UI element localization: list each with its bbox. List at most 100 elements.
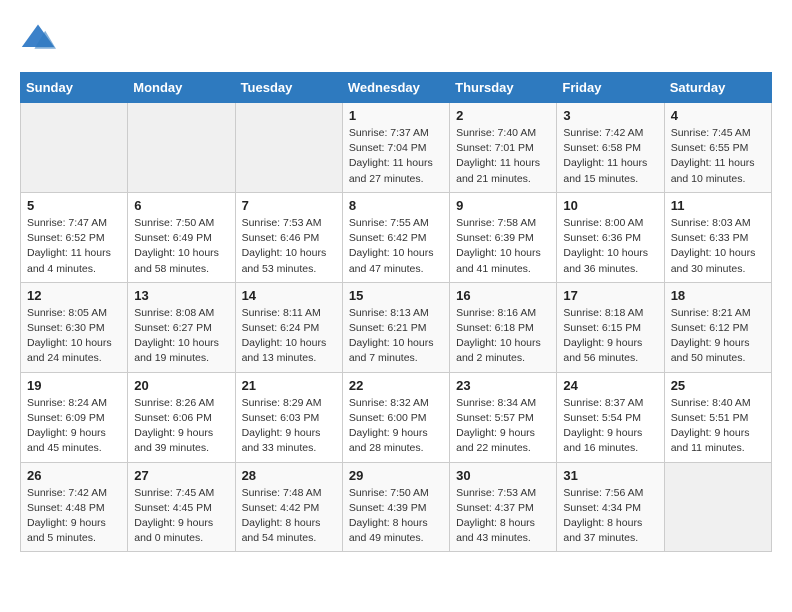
day-info: Sunrise: 8:11 AMSunset: 6:24 PMDaylight:… [242, 306, 336, 367]
calendar-cell: 14 Sunrise: 8:11 AMSunset: 6:24 PMDayligh… [235, 282, 342, 372]
page-header [20, 20, 772, 56]
day-info: Sunrise: 7:42 AMSunset: 6:58 PMDaylight:… [563, 126, 657, 187]
day-info: Sunrise: 7:56 AMSunset: 4:34 PMDaylight:… [563, 486, 657, 547]
day-info: Sunrise: 8:21 AMSunset: 6:12 PMDaylight:… [671, 306, 765, 367]
calendar-cell: 5 Sunrise: 7:47 AMSunset: 6:52 PMDaylight… [21, 192, 128, 282]
logo-icon [20, 20, 56, 56]
day-number: 27 [134, 468, 228, 483]
day-info: Sunrise: 7:53 AMSunset: 4:37 PMDaylight:… [456, 486, 550, 547]
calendar-cell: 16 Sunrise: 8:16 AMSunset: 6:18 PMDayligh… [450, 282, 557, 372]
calendar-cell: 2Sunrise: 7:40 AMSunset: 7:01 PMDaylight… [450, 103, 557, 193]
calendar-cell: 30 Sunrise: 7:53 AMSunset: 4:37 PMDayligh… [450, 462, 557, 552]
column-header-thursday: Thursday [450, 73, 557, 103]
calendar-cell: 3 Sunrise: 7:42 AMSunset: 6:58 PMDaylight… [557, 103, 664, 193]
day-number: 10 [563, 198, 657, 213]
day-number: 15 [349, 288, 443, 303]
calendar-cell: 27 Sunrise: 7:45 AMSunset: 4:45 PMDayligh… [128, 462, 235, 552]
day-info: Sunrise: 8:03 AMSunset: 6:33 PMDaylight:… [671, 216, 765, 277]
day-info: Sunrise: 7:58 AMSunset: 6:39 PMDaylight:… [456, 216, 550, 277]
calendar-cell: 19 Sunrise: 8:24 AMSunset: 6:09 PMDayligh… [21, 372, 128, 462]
day-number: 31 [563, 468, 657, 483]
column-header-saturday: Saturday [664, 73, 771, 103]
day-number: 16 [456, 288, 550, 303]
calendar-cell: 10 Sunrise: 8:00 AMSunset: 6:36 PMDayligh… [557, 192, 664, 282]
day-info: Sunrise: 7:42 AMSunset: 4:48 PMDaylight:… [27, 486, 121, 547]
calendar-cell: 1 Sunrise: 7:37 AMSunset: 7:04 PMDaylight… [342, 103, 449, 193]
day-info: Sunrise: 7:37 AMSunset: 7:04 PMDaylight:… [349, 126, 443, 187]
day-number: 24 [563, 378, 657, 393]
day-info: Sunrise: 7:53 AMSunset: 6:46 PMDaylight:… [242, 216, 336, 277]
day-number: 2 [456, 108, 550, 123]
calendar-cell: 9Sunrise: 7:58 AMSunset: 6:39 PMDaylight… [450, 192, 557, 282]
calendar-cell: 31 Sunrise: 7:56 AMSunset: 4:34 PMDayligh… [557, 462, 664, 552]
calendar-cell: 8Sunrise: 7:55 AMSunset: 6:42 PMDaylight… [342, 192, 449, 282]
calendar-week-row: 5 Sunrise: 7:47 AMSunset: 6:52 PMDaylight… [21, 192, 772, 282]
calendar-cell: 22Sunrise: 8:32 AMSunset: 6:00 PMDayligh… [342, 372, 449, 462]
day-number: 19 [27, 378, 121, 393]
day-number: 26 [27, 468, 121, 483]
calendar-cell: 7Sunrise: 7:53 AMSunset: 6:46 PMDaylight… [235, 192, 342, 282]
column-header-friday: Friday [557, 73, 664, 103]
calendar-cell: 28 Sunrise: 7:48 AMSunset: 4:42 PMDayligh… [235, 462, 342, 552]
calendar-cell [235, 103, 342, 193]
calendar-cell: 17 Sunrise: 8:18 AMSunset: 6:15 PMDayligh… [557, 282, 664, 372]
column-header-tuesday: Tuesday [235, 73, 342, 103]
calendar-cell: 20 Sunrise: 8:26 AMSunset: 6:06 PMDayligh… [128, 372, 235, 462]
column-header-sunday: Sunday [21, 73, 128, 103]
calendar-cell: 26 Sunrise: 7:42 AMSunset: 4:48 PMDayligh… [21, 462, 128, 552]
day-number: 14 [242, 288, 336, 303]
calendar-cell: 23 Sunrise: 8:34 AMSunset: 5:57 PMDayligh… [450, 372, 557, 462]
day-number: 18 [671, 288, 765, 303]
day-number: 13 [134, 288, 228, 303]
day-info: Sunrise: 7:45 AMSunset: 4:45 PMDaylight:… [134, 486, 228, 547]
calendar-cell: 21Sunrise: 8:29 AMSunset: 6:03 PMDayligh… [235, 372, 342, 462]
day-info: Sunrise: 8:16 AMSunset: 6:18 PMDaylight:… [456, 306, 550, 367]
day-info: Sunrise: 7:50 AMSunset: 4:39 PMDaylight:… [349, 486, 443, 547]
day-number: 12 [27, 288, 121, 303]
column-header-wednesday: Wednesday [342, 73, 449, 103]
day-number: 4 [671, 108, 765, 123]
day-info: Sunrise: 8:32 AMSunset: 6:00 PMDaylight:… [349, 396, 443, 457]
day-number: 20 [134, 378, 228, 393]
day-info: Sunrise: 8:08 AMSunset: 6:27 PMDaylight:… [134, 306, 228, 367]
logo [20, 20, 62, 56]
day-info: Sunrise: 7:55 AMSunset: 6:42 PMDaylight:… [349, 216, 443, 277]
day-info: Sunrise: 8:05 AMSunset: 6:30 PMDaylight:… [27, 306, 121, 367]
calendar-cell [664, 462, 771, 552]
day-info: Sunrise: 8:29 AMSunset: 6:03 PMDaylight:… [242, 396, 336, 457]
day-number: 25 [671, 378, 765, 393]
day-number: 30 [456, 468, 550, 483]
calendar-table: SundayMondayTuesdayWednesdayThursdayFrid… [20, 72, 772, 552]
day-info: Sunrise: 7:48 AMSunset: 4:42 PMDaylight:… [242, 486, 336, 547]
calendar-cell: 29 Sunrise: 7:50 AMSunset: 4:39 PMDayligh… [342, 462, 449, 552]
calendar-cell [128, 103, 235, 193]
day-info: Sunrise: 8:37 AMSunset: 5:54 PMDaylight:… [563, 396, 657, 457]
day-info: Sunrise: 8:24 AMSunset: 6:09 PMDaylight:… [27, 396, 121, 457]
day-info: Sunrise: 7:50 AMSunset: 6:49 PMDaylight:… [134, 216, 228, 277]
day-info: Sunrise: 8:34 AMSunset: 5:57 PMDaylight:… [456, 396, 550, 457]
day-number: 1 [349, 108, 443, 123]
calendar-week-row: 1 Sunrise: 7:37 AMSunset: 7:04 PMDaylight… [21, 103, 772, 193]
calendar-header-row: SundayMondayTuesdayWednesdayThursdayFrid… [21, 73, 772, 103]
day-info: Sunrise: 8:18 AMSunset: 6:15 PMDaylight:… [563, 306, 657, 367]
calendar-cell: 18 Sunrise: 8:21 AMSunset: 6:12 PMDayligh… [664, 282, 771, 372]
day-number: 17 [563, 288, 657, 303]
calendar-week-row: 12 Sunrise: 8:05 AMSunset: 6:30 PMDayligh… [21, 282, 772, 372]
calendar-cell: 15 Sunrise: 8:13 AMSunset: 6:21 PMDayligh… [342, 282, 449, 372]
calendar-week-row: 19 Sunrise: 8:24 AMSunset: 6:09 PMDayligh… [21, 372, 772, 462]
day-info: Sunrise: 8:00 AMSunset: 6:36 PMDaylight:… [563, 216, 657, 277]
day-number: 6 [134, 198, 228, 213]
calendar-cell: 24 Sunrise: 8:37 AMSunset: 5:54 PMDayligh… [557, 372, 664, 462]
calendar-cell: 13 Sunrise: 8:08 AMSunset: 6:27 PMDayligh… [128, 282, 235, 372]
calendar-cell [21, 103, 128, 193]
day-number: 11 [671, 198, 765, 213]
day-number: 3 [563, 108, 657, 123]
calendar-cell: 12 Sunrise: 8:05 AMSunset: 6:30 PMDayligh… [21, 282, 128, 372]
day-number: 23 [456, 378, 550, 393]
day-number: 28 [242, 468, 336, 483]
day-number: 5 [27, 198, 121, 213]
day-info: Sunrise: 7:47 AMSunset: 6:52 PMDaylight:… [27, 216, 121, 277]
day-info: Sunrise: 8:13 AMSunset: 6:21 PMDaylight:… [349, 306, 443, 367]
day-number: 29 [349, 468, 443, 483]
day-info: Sunrise: 8:26 AMSunset: 6:06 PMDaylight:… [134, 396, 228, 457]
